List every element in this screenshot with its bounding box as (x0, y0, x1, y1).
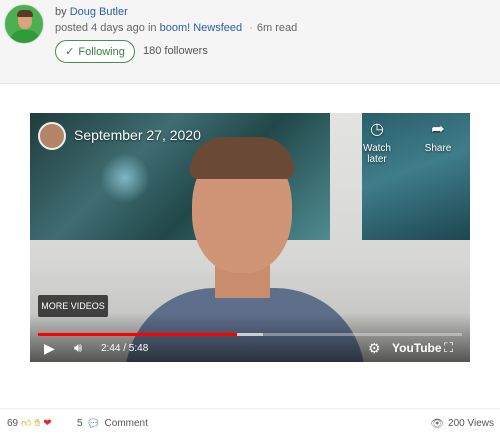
comment-button[interactable]: 5 💬︎ Comment (77, 417, 148, 430)
youtube-logo[interactable]: YouTube (392, 341, 442, 355)
following-label: Following (78, 45, 125, 58)
video-person-hair (190, 137, 294, 179)
time-ago: 4 days ago (91, 22, 145, 34)
clock-icon: ◷ (370, 121, 384, 138)
post-meta: posted 4 days ago in boom! Newsfeed · 6m … (55, 22, 297, 34)
progress-bar[interactable] (38, 333, 462, 336)
group-link[interactable]: boom! Newsfeed (160, 22, 243, 34)
volume-icon[interactable]: 🔊︎ (74, 341, 82, 355)
author-avatar[interactable] (4, 4, 44, 44)
avatar-shirt (10, 30, 40, 43)
settings-icon[interactable]: ⚙ (368, 341, 381, 355)
play-icon[interactable]: ▶ (44, 341, 55, 355)
painting-highlight (100, 153, 150, 203)
video-player[interactable]: September 27, 2020 ◷ Watch later ➦ Share… (30, 113, 470, 362)
thumbs-up-icon: 👍︎ (21, 418, 32, 429)
check-icon: ✓ (65, 46, 75, 58)
followers-count: 180 followers (143, 45, 208, 57)
share-label: Share (424, 143, 452, 154)
post-footer: 69 👍︎ ✋︎ ❤ 5 💬︎ Comment 👁︎ 200 Views (0, 408, 500, 434)
by-prefix: by (55, 6, 67, 18)
heart-icon: ❤ (43, 417, 52, 429)
time-display: 2:44 / 5:48 (101, 343, 149, 354)
read-time: 6m read (256, 22, 298, 34)
share-icon: ➦ (431, 121, 445, 138)
views-label: 200 Views (448, 418, 494, 429)
eye-icon: 👁︎ (430, 418, 445, 430)
following-button[interactable]: ✓ Following (55, 40, 135, 63)
by-line: by Doug Butler (55, 6, 128, 18)
channel-avatar[interactable] (38, 122, 66, 150)
watch-later-button[interactable]: ◷ Watch later (352, 121, 402, 165)
reaction-count: 69 (7, 417, 19, 429)
posted-prefix: posted (55, 22, 89, 34)
author-name-link[interactable]: Doug Butler (70, 6, 128, 18)
author-bar: by Doug Butler posted 4 days ago in boom… (0, 0, 500, 84)
comment-label: Comment (104, 418, 148, 429)
view-count: 👁︎ 200 Views (430, 417, 494, 430)
watch-later-label: Watch later (363, 143, 391, 165)
in-word: in (147, 22, 157, 34)
meta-separator: · (249, 22, 253, 34)
clap-icon: ✋︎ (34, 417, 41, 429)
comment-bubble-icon: 💬︎ (86, 418, 101, 430)
progress-played (38, 333, 238, 336)
comment-count: 5 (77, 418, 83, 429)
avatar-hair (17, 10, 33, 17)
share-button[interactable]: ➦ Share (413, 121, 463, 154)
video-title[interactable]: September 27, 2020 (74, 127, 201, 143)
reactions[interactable]: 69 👍︎ ✋︎ ❤ (7, 417, 52, 430)
fullscreen-icon[interactable]: ⛶ (444, 341, 453, 355)
